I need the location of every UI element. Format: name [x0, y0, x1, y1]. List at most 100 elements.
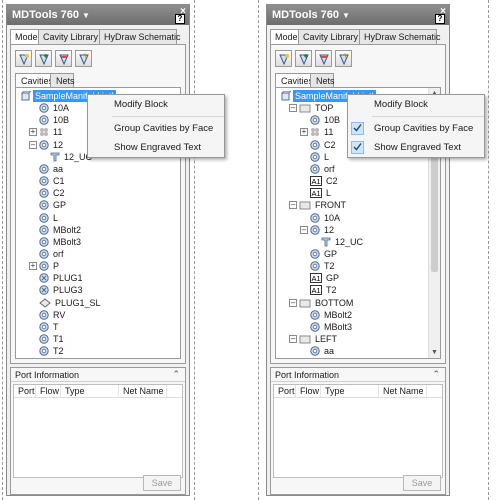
tree-item[interactable]: MBolt2	[310, 309, 354, 321]
tree-item[interactable]: A1 GP	[310, 272, 341, 284]
tree-item[interactable]: RV	[39, 309, 67, 321]
tree-item[interactable]: PLUG3	[39, 284, 85, 296]
tree-item[interactable]: T	[39, 321, 61, 333]
port-information-header[interactable]: Port Information ⌃	[271, 368, 445, 382]
port-table[interactable]: Port Flow Type Net Name	[273, 384, 443, 478]
expand-icon[interactable]: +	[300, 128, 308, 137]
tree-item[interactable]: T1	[39, 333, 66, 345]
tree-item[interactable]: PLUG1	[39, 272, 85, 284]
tree-item[interactable]: T2	[39, 345, 66, 357]
tree-item[interactable]: PLUG1_SL	[39, 297, 103, 309]
tree-item[interactable]: orf	[310, 163, 337, 175]
panel-title-bar[interactable]: MDTools 760 ▼ ×?	[7, 5, 189, 25]
remove-cavity-button[interactable]	[315, 50, 332, 67]
tab-cavity-library[interactable]: Cavity Library	[38, 29, 100, 44]
expand-icon[interactable]: +	[29, 128, 37, 137]
tree-item[interactable]: L	[310, 151, 331, 163]
tree-item[interactable]: 12_UC	[321, 236, 365, 248]
edit-cavity-button[interactable]	[335, 50, 352, 67]
help-icon[interactable]: ?	[175, 14, 185, 24]
tree-item[interactable]: – LEFT	[289, 333, 339, 345]
menu-item-show-engraved-text[interactable]: Show Engraved Text	[348, 138, 484, 157]
add-cavity-button[interactable]	[275, 50, 292, 67]
menu-item-group-cavities-by-face[interactable]: Group Cavities by Face	[348, 119, 484, 138]
tree-item[interactable]: A1 T2	[310, 284, 339, 296]
tab-model[interactable]: Model	[270, 29, 300, 45]
tree-item[interactable]: GP	[310, 248, 339, 260]
tab-cavities[interactable]: Cavities	[275, 73, 313, 88]
tree-item[interactable]: – 12	[29, 139, 65, 151]
collapse-chevron-icon[interactable]: ⌃	[432, 369, 440, 380]
column-header-flow[interactable]: Flow	[296, 385, 321, 397]
tree-item[interactable]: C2	[39, 187, 67, 199]
tree-item[interactable]: MBolt3	[310, 321, 354, 333]
tree-item[interactable]: orf	[39, 248, 66, 260]
add-cavity-button[interactable]	[15, 50, 32, 67]
column-header-type[interactable]: Type	[61, 385, 119, 397]
title-dropdown-arrow-icon[interactable]: ▼	[82, 11, 90, 20]
collapse-icon[interactable]: –	[289, 335, 297, 343]
tab-cavities[interactable]: Cavities	[15, 73, 53, 88]
scroll-down-icon[interactable]: ▼	[429, 347, 440, 358]
tree-item[interactable]: MBolt3	[39, 236, 83, 248]
expand-icon[interactable]: +	[29, 262, 37, 271]
tree-item[interactable]: 10B	[39, 114, 71, 126]
help-icon[interactable]: ?	[435, 14, 445, 24]
tree-item[interactable]: A1 C2	[310, 175, 340, 187]
collapse-chevron-icon[interactable]: ⌃	[172, 369, 180, 380]
tree-item[interactable]: – BOTTOM	[289, 297, 355, 309]
menu-item-modify-block[interactable]: Modify Block	[348, 95, 484, 114]
tree-item[interactable]: 10B	[310, 114, 342, 126]
column-header-flow[interactable]: Flow	[36, 385, 61, 397]
menu-item-label: Modify Block	[114, 99, 168, 110]
tree-item[interactable]: 10A	[39, 102, 71, 114]
save-button[interactable]: Save	[403, 475, 441, 491]
title-dropdown-arrow-icon[interactable]: ▼	[342, 11, 350, 20]
tree-item[interactable]: – 12	[300, 224, 336, 236]
tab-nets[interactable]: Nets	[50, 73, 75, 87]
tab-cavity-library[interactable]: Cavity Library	[298, 29, 360, 44]
tree-item[interactable]: aa	[310, 345, 336, 357]
column-header-port[interactable]: Port	[14, 385, 36, 397]
insert-cavity-button[interactable]	[295, 50, 312, 67]
tree-item[interactable]: A1 L	[310, 187, 333, 199]
tree-item[interactable]: C1	[39, 175, 67, 187]
save-button[interactable]: Save	[143, 475, 181, 491]
tree-item[interactable]: L	[39, 212, 60, 224]
column-header-type[interactable]: Type	[321, 385, 379, 397]
tab-model[interactable]: Model	[10, 29, 40, 45]
column-header-net-name[interactable]: Net Name	[379, 385, 427, 397]
edit-cavity-button[interactable]	[75, 50, 92, 67]
port-table[interactable]: Port Flow Type Net Name	[13, 384, 183, 478]
remove-cavity-button[interactable]	[55, 50, 72, 67]
column-header-port[interactable]: Port	[274, 385, 296, 397]
tree-item[interactable]: + P	[29, 260, 61, 272]
column-header-net-name[interactable]: Net Name	[119, 385, 167, 397]
tree-item[interactable]: – FRONT	[289, 199, 348, 211]
menu-item-modify-block[interactable]: Modify Block	[88, 95, 224, 114]
menu-item-group-cavities-by-face[interactable]: Group Cavities by Face	[88, 119, 224, 138]
panel-title-bar[interactable]: MDTools 760 ▼ ×?	[267, 5, 449, 25]
tab-nets[interactable]: Nets	[310, 73, 335, 87]
tree-item[interactable]: – TOP	[289, 102, 335, 114]
collapse-icon[interactable]: –	[289, 201, 297, 210]
remove-cavity-icon	[318, 53, 330, 65]
tab-hydraw-schematic[interactable]: HyDraw Schematic	[359, 29, 441, 44]
tree-item[interactable]: +11	[300, 126, 335, 138]
insert-cavity-button[interactable]	[35, 50, 52, 67]
port-information-header[interactable]: Port Information ⌃	[11, 368, 185, 382]
tree-item[interactable]: +11	[29, 126, 64, 138]
menu-item-show-engraved-text[interactable]: Show Engraved Text	[88, 138, 224, 157]
collapse-icon[interactable]: –	[289, 104, 297, 113]
tree-item-label: L	[326, 188, 332, 199]
collapse-icon[interactable]: –	[289, 298, 297, 307]
tree-item[interactable]: C2	[310, 139, 338, 151]
tree-item[interactable]: MBolt2	[39, 224, 83, 236]
tab-hydraw-schematic[interactable]: HyDraw Schematic	[99, 29, 181, 44]
collapse-icon[interactable]: –	[29, 140, 37, 149]
tree-item[interactable]: 10A	[310, 212, 342, 224]
tree-item[interactable]: T2	[310, 260, 337, 272]
tree-item[interactable]: aa	[39, 163, 65, 175]
tree-item[interactable]: GP	[39, 199, 68, 211]
collapse-icon[interactable]: –	[300, 225, 308, 234]
